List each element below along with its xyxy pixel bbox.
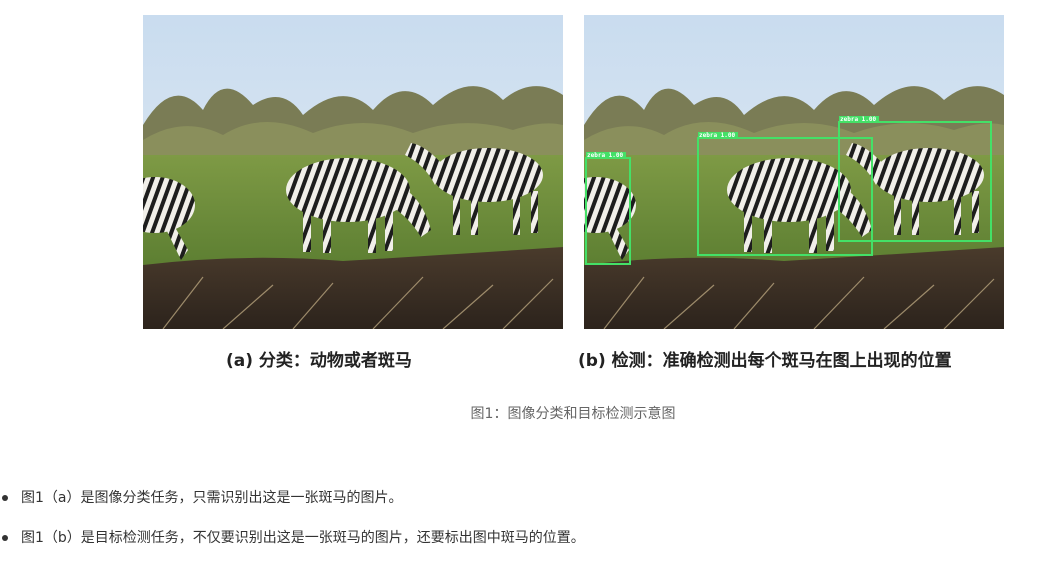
bullet-list: 图1（a）是图像分类任务，只需识别出这是一张斑马的图片。 图1（b）是目标检测任… <box>0 488 585 568</box>
zebra-photo <box>143 15 563 329</box>
classification-image <box>143 15 563 329</box>
detection-label: zebra 1.00 <box>699 132 736 139</box>
list-item: 图1（a）是图像分类任务，只需识别出这是一张斑马的图片。 <box>0 488 585 508</box>
list-item: 图1（b）是目标检测任务，不仅要识别出这是一张斑马的图片，还要标出图中斑马的位置… <box>0 528 585 548</box>
detection-label: zebra 1.00 <box>840 116 877 123</box>
detection-label: zebra 1.00 <box>587 152 624 159</box>
figure-caption: 图1：图像分类和目标检测示意图 <box>470 406 676 422</box>
subfigure-caption-b: (b) 检测：准确检测出每个斑马在图上出现的位置 <box>578 351 952 371</box>
detection-image: zebra 1.00 zebra 1.00 zebra 1.00 <box>584 15 1004 329</box>
subfigure-caption-a: (a) 分类：动物或者斑马 <box>226 351 412 371</box>
zebra-photo-with-boxes: zebra 1.00 zebra 1.00 zebra 1.00 <box>584 15 1004 329</box>
